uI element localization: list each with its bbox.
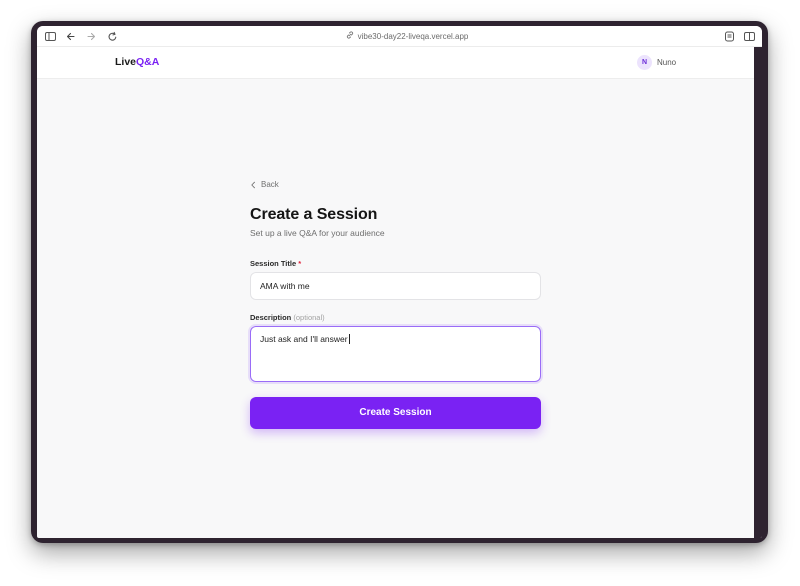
page-title: Create a Session [250, 206, 378, 223]
chevron-left-icon [251, 181, 255, 188]
page-subtitle: Set up a live Q&A for your audience [250, 228, 385, 238]
avatar[interactable]: N [637, 54, 652, 70]
address-bar[interactable]: vibe30-day22-liveqa.vercel.app [327, 30, 487, 44]
browser-window: vibe30-day22-liveqa.vercel.app LiveQ&A N… [31, 21, 768, 543]
description-textarea[interactable]: Just ask and I'll answer [250, 326, 541, 382]
url-text: vibe30-day22-liveqa.vercel.app [357, 32, 469, 42]
description-label: Description (optional) [250, 313, 542, 322]
forward-arrow-icon[interactable] [85, 30, 98, 43]
app-navbar: LiveQ&A N Nuno [37, 47, 754, 79]
optional-hint: (optional) [293, 313, 325, 322]
user-name: Nuno [657, 57, 677, 67]
split-view-icon[interactable] [743, 30, 756, 43]
logo-text-live: Live [115, 56, 137, 68]
reload-icon[interactable] [106, 30, 119, 43]
reader-icon[interactable] [723, 30, 736, 43]
session-title-label: Session Title * [250, 259, 542, 268]
browser-toolbar: vibe30-day22-liveqa.vercel.app [37, 26, 762, 47]
session-title-value: AMA with me [260, 281, 310, 291]
scrollbar[interactable] [754, 47, 762, 538]
logo-text-qa: Q&A [136, 56, 160, 68]
browser-viewport: vibe30-day22-liveqa.vercel.app LiveQ&A N… [37, 26, 762, 538]
session-title-label-text: Session Title [250, 259, 297, 268]
required-marker: * [298, 259, 302, 268]
description-value: Just ask and I'll answer [260, 334, 348, 344]
back-label: Back [261, 180, 279, 189]
text-caret [348, 334, 350, 344]
back-link[interactable]: Back [250, 180, 542, 189]
description-label-text: Description [250, 313, 292, 322]
session-title-input[interactable]: AMA with me [250, 272, 541, 300]
link-icon [346, 30, 354, 44]
back-arrow-icon[interactable] [64, 30, 77, 43]
create-session-button[interactable]: Create Session [250, 397, 541, 429]
user-menu[interactable]: N Nuno [637, 54, 676, 70]
app-logo[interactable]: LiveQ&A [115, 56, 159, 68]
create-session-form: Back Create a Session Set up a live Q&A … [250, 180, 542, 429]
sidebar-icon[interactable] [44, 30, 57, 43]
